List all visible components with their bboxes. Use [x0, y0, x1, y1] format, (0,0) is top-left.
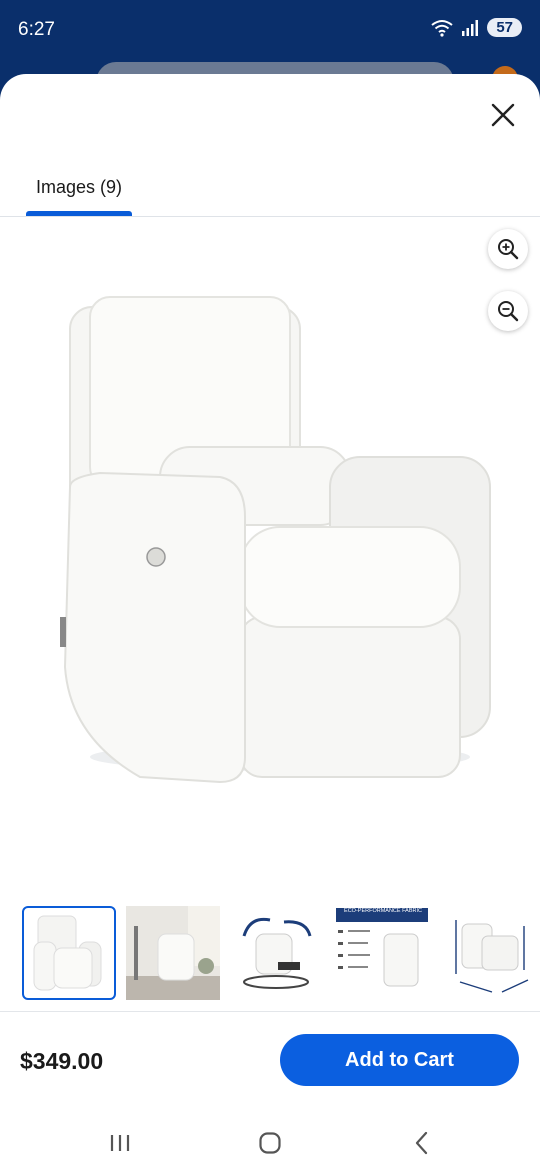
- tab-bar: Images (9): [0, 170, 540, 217]
- status-icons: 57: [431, 18, 522, 37]
- thumbnail-2-image: [126, 906, 220, 1000]
- status-bar: 6:27 57: [0, 0, 540, 64]
- price: $349.00: [20, 1048, 104, 1074]
- thumbnail-2[interactable]: [126, 906, 220, 1000]
- home-icon: [259, 1132, 281, 1154]
- thumbnail-4-header: ECO-PERFORMANCE FABRIC: [336, 908, 428, 922]
- thumbnail-strip: ECO-PERFORMANCE FABRIC: [0, 906, 540, 1002]
- thumbnail-1-image: [33, 915, 102, 991]
- thumbnail-3-image: [242, 917, 312, 989]
- thumbnail-1[interactable]: [22, 906, 116, 1000]
- battery-indicator: 57: [487, 18, 522, 37]
- product-image-recliner: [60, 296, 491, 784]
- recent-apps-icon: [110, 1135, 130, 1151]
- footer-divider: [0, 1011, 540, 1012]
- signal-icon: [462, 19, 479, 36]
- zoom-in-button[interactable]: [488, 229, 528, 269]
- home-button[interactable]: [250, 1128, 290, 1158]
- recent-apps-button[interactable]: [100, 1128, 140, 1158]
- thumbnail-4-image: [338, 930, 419, 987]
- zoom-out-icon: [498, 301, 519, 322]
- close-icon: [491, 103, 515, 127]
- main-image-viewer[interactable]: [0, 217, 540, 882]
- image-viewer-sheet: Images (9) ECO-PERFORMANCE FABRIC $349.0…: [0, 74, 540, 1170]
- thumbnail-3[interactable]: [230, 906, 324, 1000]
- thumbnail-4[interactable]: ECO-PERFORMANCE FABRIC: [334, 906, 428, 1000]
- thumbnail-5-image: [455, 920, 529, 993]
- add-to-cart-button[interactable]: Add to Cart: [280, 1034, 519, 1086]
- back-button[interactable]: [402, 1128, 442, 1158]
- status-time: 6:27: [18, 19, 55, 40]
- tab-indicator: [26, 211, 132, 216]
- zoom-in-icon: [498, 239, 519, 260]
- thumbnail-5[interactable]: [452, 906, 540, 1000]
- back-icon: [415, 1131, 428, 1155]
- close-button[interactable]: [488, 100, 518, 130]
- wifi-icon: [431, 19, 453, 37]
- tab-images[interactable]: Images (9): [26, 170, 132, 216]
- tab-images-label: Images (9): [35, 177, 123, 197]
- system-nav-bar: [0, 1118, 540, 1170]
